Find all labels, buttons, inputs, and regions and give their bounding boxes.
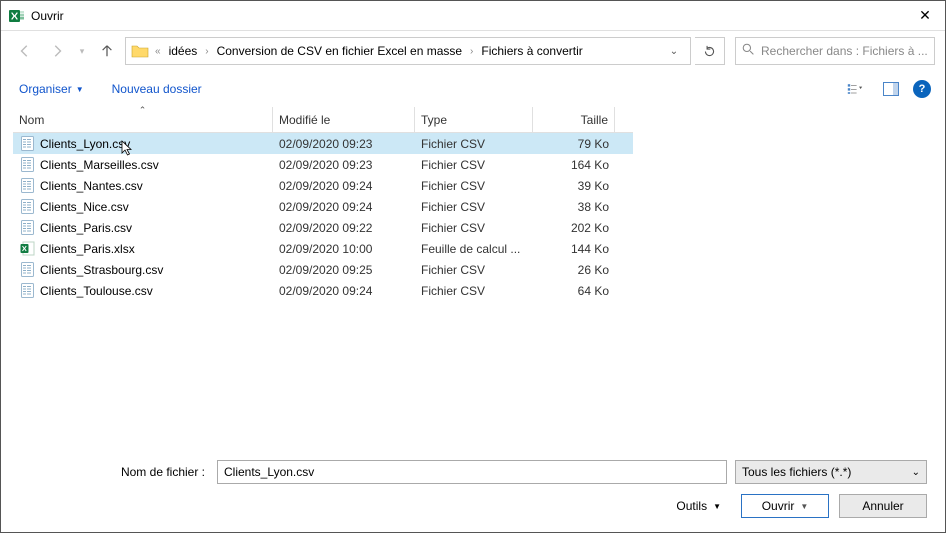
open-button[interactable]: Ouvrir▼ <box>741 494 829 518</box>
column-type[interactable]: Type <box>415 107 533 132</box>
file-name: Clients_Marseilles.csv <box>40 158 159 172</box>
file-type: Fichier CSV <box>415 158 533 172</box>
file-row[interactable]: Clients_Paris.csv 02/09/2020 09:22Fichier… <box>13 217 633 238</box>
file-size: 64 Ko <box>533 284 615 298</box>
csv-file-icon <box>19 178 35 194</box>
nav-up-button[interactable] <box>93 37 121 65</box>
file-type: Feuille de calcul ... <box>415 242 533 256</box>
nav-back-button <box>11 37 39 65</box>
file-list-header[interactable]: ⌃ Nom Modifié le Type Taille <box>13 107 633 133</box>
file-list: ⌃ Nom Modifié le Type Taille Clients_Lyo… <box>13 107 633 301</box>
file-row[interactable]: Clients_Marseilles.csv 02/09/2020 09:23Fi… <box>13 154 633 175</box>
file-row[interactable]: Clients_Toulouse.csv 02/09/2020 09:24Fich… <box>13 280 633 301</box>
file-size: 164 Ko <box>533 158 615 172</box>
file-row[interactable]: Clients_Nice.csv 02/09/2020 09:24Fichier … <box>13 196 633 217</box>
window-title: Ouvrir <box>31 9 905 23</box>
csv-file-icon <box>19 136 35 152</box>
file-size: 26 Ko <box>533 263 615 277</box>
new-folder-button[interactable]: Nouveau dossier <box>112 82 202 96</box>
filename-input[interactable] <box>217 460 727 484</box>
filename-label: Nom de fichier : <box>19 465 209 479</box>
file-name: Clients_Paris.csv <box>40 221 132 235</box>
file-row[interactable]: Clients_Nantes.csv 02/09/2020 09:24Fichie… <box>13 175 633 196</box>
file-row[interactable]: Clients_Lyon.csv 02/09/2020 09:23Fichier … <box>13 133 633 154</box>
excel-file-icon <box>19 241 35 257</box>
csv-file-icon <box>19 262 35 278</box>
file-type: Fichier CSV <box>415 137 533 151</box>
chevron-down-icon: ⌄ <box>912 467 920 478</box>
chevron-right-icon: › <box>465 46 478 57</box>
file-date: 02/09/2020 09:23 <box>273 137 415 151</box>
folder-icon <box>130 41 150 61</box>
search-icon <box>742 43 755 59</box>
file-size: 39 Ko <box>533 179 615 193</box>
titlebar: Ouvrir ✕ <box>1 1 945 31</box>
preview-pane-button[interactable] <box>877 77 905 101</box>
file-name: Clients_Paris.xlsx <box>40 242 135 256</box>
tools-menu[interactable]: Outils ▼ <box>676 499 721 513</box>
breadcrumb-prefix: « <box>150 46 166 57</box>
file-size: 79 Ko <box>533 137 615 151</box>
file-size: 144 Ko <box>533 242 615 256</box>
nav-recent-dropdown[interactable]: ▾ <box>75 37 89 65</box>
csv-file-icon <box>19 157 35 173</box>
file-date: 02/09/2020 09:24 <box>273 284 415 298</box>
file-size: 38 Ko <box>533 200 615 214</box>
file-type: Fichier CSV <box>415 200 533 214</box>
file-name: Clients_Toulouse.csv <box>40 284 153 298</box>
excel-app-icon <box>9 8 25 24</box>
crumb-1[interactable]: idées <box>166 44 201 58</box>
search-input[interactable]: Rechercher dans : Fichiers à ... <box>735 37 935 65</box>
file-row[interactable]: Clients_Paris.xlsx 02/09/2020 10:00Feuill… <box>13 238 633 259</box>
file-size: 202 Ko <box>533 221 615 235</box>
crumb-2[interactable]: Conversion de CSV en fichier Excel en ma… <box>214 44 465 58</box>
search-placeholder: Rechercher dans : Fichiers à ... <box>761 44 928 58</box>
file-name: Clients_Nantes.csv <box>40 179 143 193</box>
file-name: Clients_Nice.csv <box>40 200 129 214</box>
file-type: Fichier CSV <box>415 263 533 277</box>
column-name[interactable]: ⌃ Nom <box>13 107 273 132</box>
file-date: 02/09/2020 10:00 <box>273 242 415 256</box>
crumb-3[interactable]: Fichiers à convertir <box>478 44 585 58</box>
view-options-button[interactable] <box>841 77 869 101</box>
nav-forward-button <box>43 37 71 65</box>
mouse-cursor <box>121 140 135 157</box>
file-date: 02/09/2020 09:23 <box>273 158 415 172</box>
dialog-footer: Nom de fichier : Tous les fichiers (*.*)… <box>1 448 945 532</box>
chevron-down-icon: ▼ <box>713 502 721 511</box>
file-type: Fichier CSV <box>415 284 533 298</box>
csv-file-icon <box>19 199 35 215</box>
sort-ascending-icon: ⌃ <box>139 105 147 116</box>
column-size[interactable]: Taille <box>533 107 615 132</box>
help-button[interactable]: ? <box>913 80 931 98</box>
file-name: Clients_Lyon.csv <box>40 137 130 151</box>
breadcrumb-path[interactable]: « idées › Conversion de CSV en fichier E… <box>125 37 691 65</box>
refresh-button[interactable] <box>695 37 725 65</box>
file-row[interactable]: Clients_Strasbourg.csv 02/09/2020 09:25Fi… <box>13 259 633 280</box>
organize-menu[interactable]: Organiser▼ <box>19 82 84 96</box>
file-name: Clients_Strasbourg.csv <box>40 263 163 277</box>
column-modified[interactable]: Modifié le <box>273 107 415 132</box>
file-date: 02/09/2020 09:25 <box>273 263 415 277</box>
csv-file-icon <box>19 283 35 299</box>
chevron-right-icon: › <box>200 46 213 57</box>
file-date: 02/09/2020 09:24 <box>273 179 415 193</box>
nav-bar: ▾ « idées › Conversion de CSV en fichier… <box>1 31 945 71</box>
chevron-down-icon: ▼ <box>800 502 808 511</box>
file-type: Fichier CSV <box>415 179 533 193</box>
toolbar: Organiser▼ Nouveau dossier ? <box>1 71 945 107</box>
file-date: 02/09/2020 09:24 <box>273 200 415 214</box>
path-dropdown[interactable]: ⌄ <box>662 46 686 57</box>
file-filter-dropdown[interactable]: Tous les fichiers (*.*) ⌄ <box>735 460 927 484</box>
close-button[interactable]: ✕ <box>905 1 945 31</box>
file-date: 02/09/2020 09:22 <box>273 221 415 235</box>
file-type: Fichier CSV <box>415 221 533 235</box>
csv-file-icon <box>19 220 35 236</box>
cancel-button[interactable]: Annuler <box>839 494 927 518</box>
